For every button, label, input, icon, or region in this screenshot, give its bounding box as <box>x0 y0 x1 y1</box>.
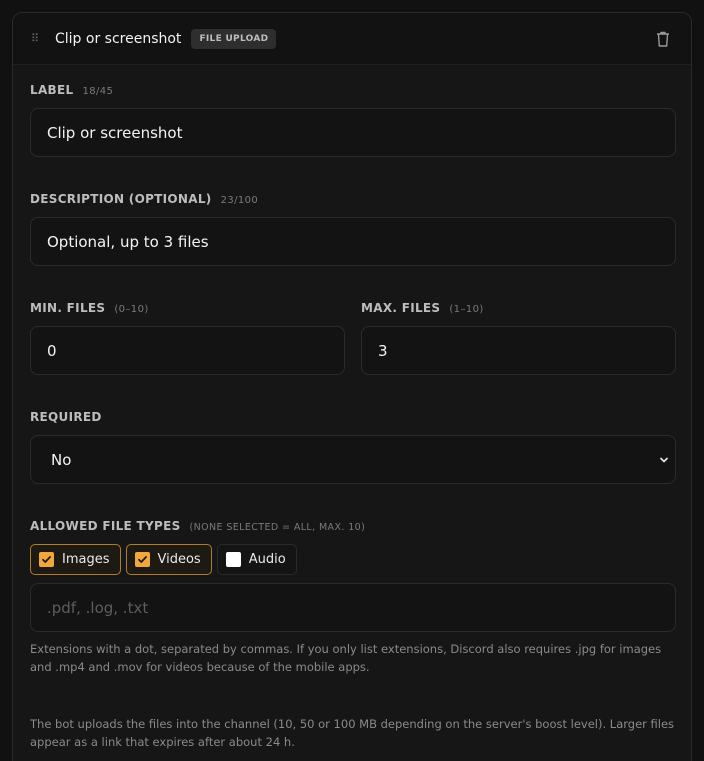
max-files-hint: (1–10) <box>449 304 484 315</box>
file-type-images-chip[interactable]: Images <box>30 544 121 575</box>
max-files-label: MAX. FILES (1–10) <box>361 301 484 315</box>
file-type-videos-chip[interactable]: Videos <box>125 544 212 575</box>
checkbox-unchecked-icon[interactable] <box>225 552 241 567</box>
file-types-label: ALLOWED FILE TYPES (NONE SELECTED = ALL,… <box>30 519 365 533</box>
checkbox-checked-icon[interactable] <box>134 552 150 567</box>
description-field-label: DESCRIPTION (OPTIONAL) 23/100 <box>30 192 258 206</box>
form-field-card: ⠿ Clip or screenshot FILE UPLOAD LABEL 1… <box>12 12 692 761</box>
trash-icon[interactable] <box>655 30 671 48</box>
min-files-label: MIN. FILES (0–10) <box>30 301 149 315</box>
extensions-input[interactable]: .pdf, .log, .txt <box>30 583 676 632</box>
card-header: ⠿ Clip or screenshot FILE UPLOAD <box>13 13 691 65</box>
extensions-help-text: Extensions with a dot, separated by comm… <box>30 642 662 674</box>
file-type-images-label: Images <box>62 552 110 567</box>
max-files-title: MAX. FILES <box>361 301 441 315</box>
label-title: LABEL <box>30 83 74 97</box>
extensions-placeholder: .pdf, .log, .txt <box>47 598 149 617</box>
min-files-value: 0 <box>47 341 57 360</box>
required-title: REQUIRED <box>30 410 102 424</box>
required-select-value: No <box>51 450 72 469</box>
field-type-badge: FILE UPLOAD <box>191 28 277 49</box>
description-input-value: Optional, up to 3 files <box>47 232 209 251</box>
description-input[interactable]: Optional, up to 3 files <box>30 217 676 266</box>
field-title: Clip or screenshot <box>55 30 182 47</box>
label-char-counter: 18/45 <box>82 86 114 97</box>
max-files-input[interactable]: 3 <box>361 326 676 375</box>
file-type-audio-chip[interactable]: Audio <box>216 544 297 575</box>
checkbox-checked-icon[interactable] <box>39 552 54 567</box>
upload-info-note: The bot uploads the files into the chann… <box>30 717 675 749</box>
max-files-value: 3 <box>378 341 388 360</box>
required-select[interactable]: No <box>30 435 676 484</box>
label-field-label: LABEL 18/45 <box>30 83 113 97</box>
min-files-hint: (0–10) <box>114 304 149 315</box>
file-type-videos-label: Videos <box>157 552 201 567</box>
required-label: REQUIRED <box>30 410 102 424</box>
label-input[interactable]: Clip or screenshot <box>30 108 676 157</box>
drag-handle-icon[interactable]: ⠿ <box>31 33 49 44</box>
file-type-audio-label: Audio <box>248 552 286 567</box>
file-types-title: ALLOWED FILE TYPES <box>30 519 181 533</box>
file-types-hint: (NONE SELECTED = ALL, MAX. 10) <box>189 522 366 533</box>
description-title: DESCRIPTION (OPTIONAL) <box>30 192 212 206</box>
file-type-chips: Images Videos Audio <box>30 544 299 575</box>
min-files-title: MIN. FILES <box>30 301 106 315</box>
min-files-input[interactable]: 0 <box>30 326 345 375</box>
description-char-counter: 23/100 <box>220 195 259 206</box>
chevron-down-icon <box>660 457 668 462</box>
label-input-value: Clip or screenshot <box>47 123 183 142</box>
